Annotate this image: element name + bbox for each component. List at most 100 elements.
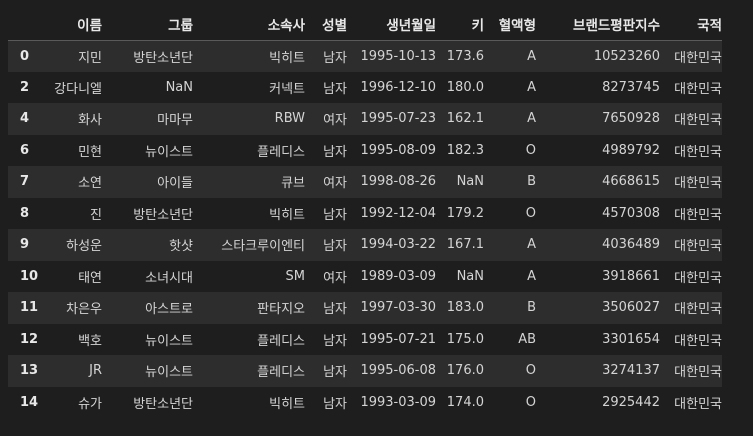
index-header (8, 8, 45, 41)
cell-height: NaN (456, 174, 484, 190)
cell-nationality: 대한민국 (674, 270, 722, 286)
cell-group: 방탄소년단 (133, 50, 193, 66)
cell-nationality: 대한민국 (674, 302, 722, 318)
cell-agency: 판타지오 (257, 302, 305, 318)
header-row: 이름 그룹 소속사 성별 생년월일 키 혈액형 브랜드평판지수 국적 (8, 8, 722, 41)
cell-agency: 빅히트 (269, 50, 305, 66)
cell-agency: 플레디스 (257, 333, 305, 349)
cell-blood-type: O (525, 394, 536, 410)
cell-agency: 큐브 (281, 176, 305, 192)
cell-group: 방탄소년단 (133, 207, 193, 223)
cell-group: 뉴이스트 (145, 365, 193, 381)
cell-group: 소녀시대 (145, 270, 193, 286)
column-header-nationality: 국적 (660, 8, 722, 41)
cell-blood-type: A (527, 48, 536, 64)
row-index: 6 (20, 142, 30, 158)
row-index: 0 (20, 48, 30, 64)
cell-gender: 남자 (323, 396, 347, 412)
cell-name: 하성운 (66, 239, 102, 255)
dataframe-output: 이름 그룹 소속사 성별 생년월일 키 혈액형 브랜드평판지수 국적 0 지민 방탄… (0, 0, 753, 436)
cell-height: 162.1 (446, 111, 484, 127)
cell-name: 슈가 (78, 396, 102, 412)
cell-birthdate: 1995-06-08 (360, 363, 436, 379)
cell-brand-index: 3506027 (602, 300, 660, 316)
cell-nationality: 대한민국 (674, 176, 722, 192)
table-row: 0 지민 방탄소년단 빅히트 남자 1995-10-13 173.6 A 10523260 대한민… (8, 40, 722, 72)
cell-height: 179.2 (446, 205, 484, 221)
cell-name: 백호 (78, 333, 102, 349)
cell-gender: 여자 (323, 176, 347, 192)
row-index: 14 (20, 394, 39, 410)
cell-name: 지민 (78, 50, 102, 66)
cell-birthdate: 1995-10-13 (360, 48, 436, 64)
cell-birthdate: 1996-12-10 (360, 79, 436, 95)
cell-height: 180.0 (446, 79, 484, 95)
table-row: 8 진 방탄소년단 빅히트 남자 1992-12-04 179.2 O 4570308 대한민국 (8, 197, 722, 229)
cell-agency: 스타크루이엔티 (221, 239, 305, 255)
cell-agency: 빅히트 (269, 207, 305, 223)
cell-brand-index: 10523260 (593, 48, 660, 64)
cell-nationality: 대한민국 (674, 207, 722, 223)
cell-agency: RBW (274, 111, 305, 127)
cell-blood-type: O (525, 205, 536, 221)
table-row: 4 화사 마마무 RBW 여자 1995-07-23 162.1 A 7650928 대한민국 (8, 103, 722, 135)
table-row: 10 태연 소녀시대 SM 여자 1989-03-09 NaN A 3918661 대한민국 (8, 260, 722, 292)
column-header-gender: 성별 (305, 8, 347, 41)
table-row: 12 백호 뉴이스트 플레디스 남자 1995-07-21 175.0 AB 3301654 대한… (8, 323, 722, 355)
cell-gender: 남자 (323, 207, 347, 223)
row-index: 11 (20, 300, 39, 316)
cell-blood-type: A (527, 79, 536, 95)
table-row: 7 소연 아이들 큐브 여자 1998-08-26 NaN B 4668615 대한민국 (8, 166, 722, 198)
cell-brand-index: 4570308 (602, 205, 660, 221)
cell-birthdate: 1994-03-22 (360, 237, 436, 253)
cell-group: 뉴이스트 (145, 144, 193, 160)
cell-name: 소연 (78, 176, 102, 192)
cell-agency: 빅히트 (269, 396, 305, 412)
row-index: 13 (20, 363, 39, 379)
cell-brand-index: 4036489 (602, 237, 660, 253)
cell-agency: SM (285, 268, 305, 284)
cell-agency: 플레디스 (257, 144, 305, 160)
cell-nationality: 대한민국 (674, 396, 722, 412)
cell-nationality: 대한민국 (674, 50, 722, 66)
cell-gender: 남자 (323, 302, 347, 318)
row-index: 2 (20, 79, 30, 95)
cell-blood-type: B (527, 174, 536, 190)
cell-blood-type: O (525, 142, 536, 158)
cell-brand-index: 2925442 (602, 394, 660, 410)
column-header-height: 키 (436, 8, 484, 41)
cell-gender: 남자 (323, 50, 347, 66)
cell-name: 진 (90, 207, 102, 223)
cell-group: 마마무 (157, 113, 193, 129)
column-header-agency: 소속사 (193, 8, 305, 41)
cell-brand-index: 4989792 (602, 142, 660, 158)
cell-height: NaN (456, 268, 484, 284)
cell-gender: 남자 (323, 144, 347, 160)
cell-brand-index: 3274137 (602, 363, 660, 379)
cell-nationality: 대한민국 (674, 333, 722, 349)
cell-blood-type: B (527, 300, 536, 316)
table-row: 13 JR 뉴이스트 플레디스 남자 1995-06-08 176.0 O 3274137 대한민… (8, 355, 722, 387)
cell-gender: 남자 (323, 333, 347, 349)
dataframe-table: 이름 그룹 소속사 성별 생년월일 키 혈액형 브랜드평판지수 국적 0 지민 방탄… (8, 8, 722, 418)
row-index: 10 (20, 268, 39, 284)
cell-gender: 여자 (323, 113, 347, 129)
cell-brand-index: 3301654 (602, 331, 660, 347)
cell-birthdate: 1989-03-09 (360, 268, 436, 284)
cell-gender: 남자 (323, 81, 347, 97)
table-row: 6 민현 뉴이스트 플레디스 남자 1995-08-09 182.3 O 4989792 대한민국 (8, 134, 722, 166)
cell-birthdate: 1992-12-04 (360, 205, 436, 221)
cell-nationality: 대한민국 (674, 144, 722, 160)
cell-name: 강다니엘 (54, 81, 102, 97)
cell-name: 민현 (78, 144, 102, 160)
cell-name: 태연 (78, 270, 102, 286)
cell-blood-type: A (527, 237, 536, 253)
row-index: 12 (20, 331, 39, 347)
cell-blood-type: A (527, 268, 536, 284)
cell-nationality: 대한민국 (674, 365, 722, 381)
cell-birthdate: 1995-07-23 (360, 111, 436, 127)
row-index: 8 (20, 205, 30, 221)
cell-height: 167.1 (446, 237, 484, 253)
cell-group: NaN (165, 79, 193, 95)
cell-agency: 플레디스 (257, 365, 305, 381)
